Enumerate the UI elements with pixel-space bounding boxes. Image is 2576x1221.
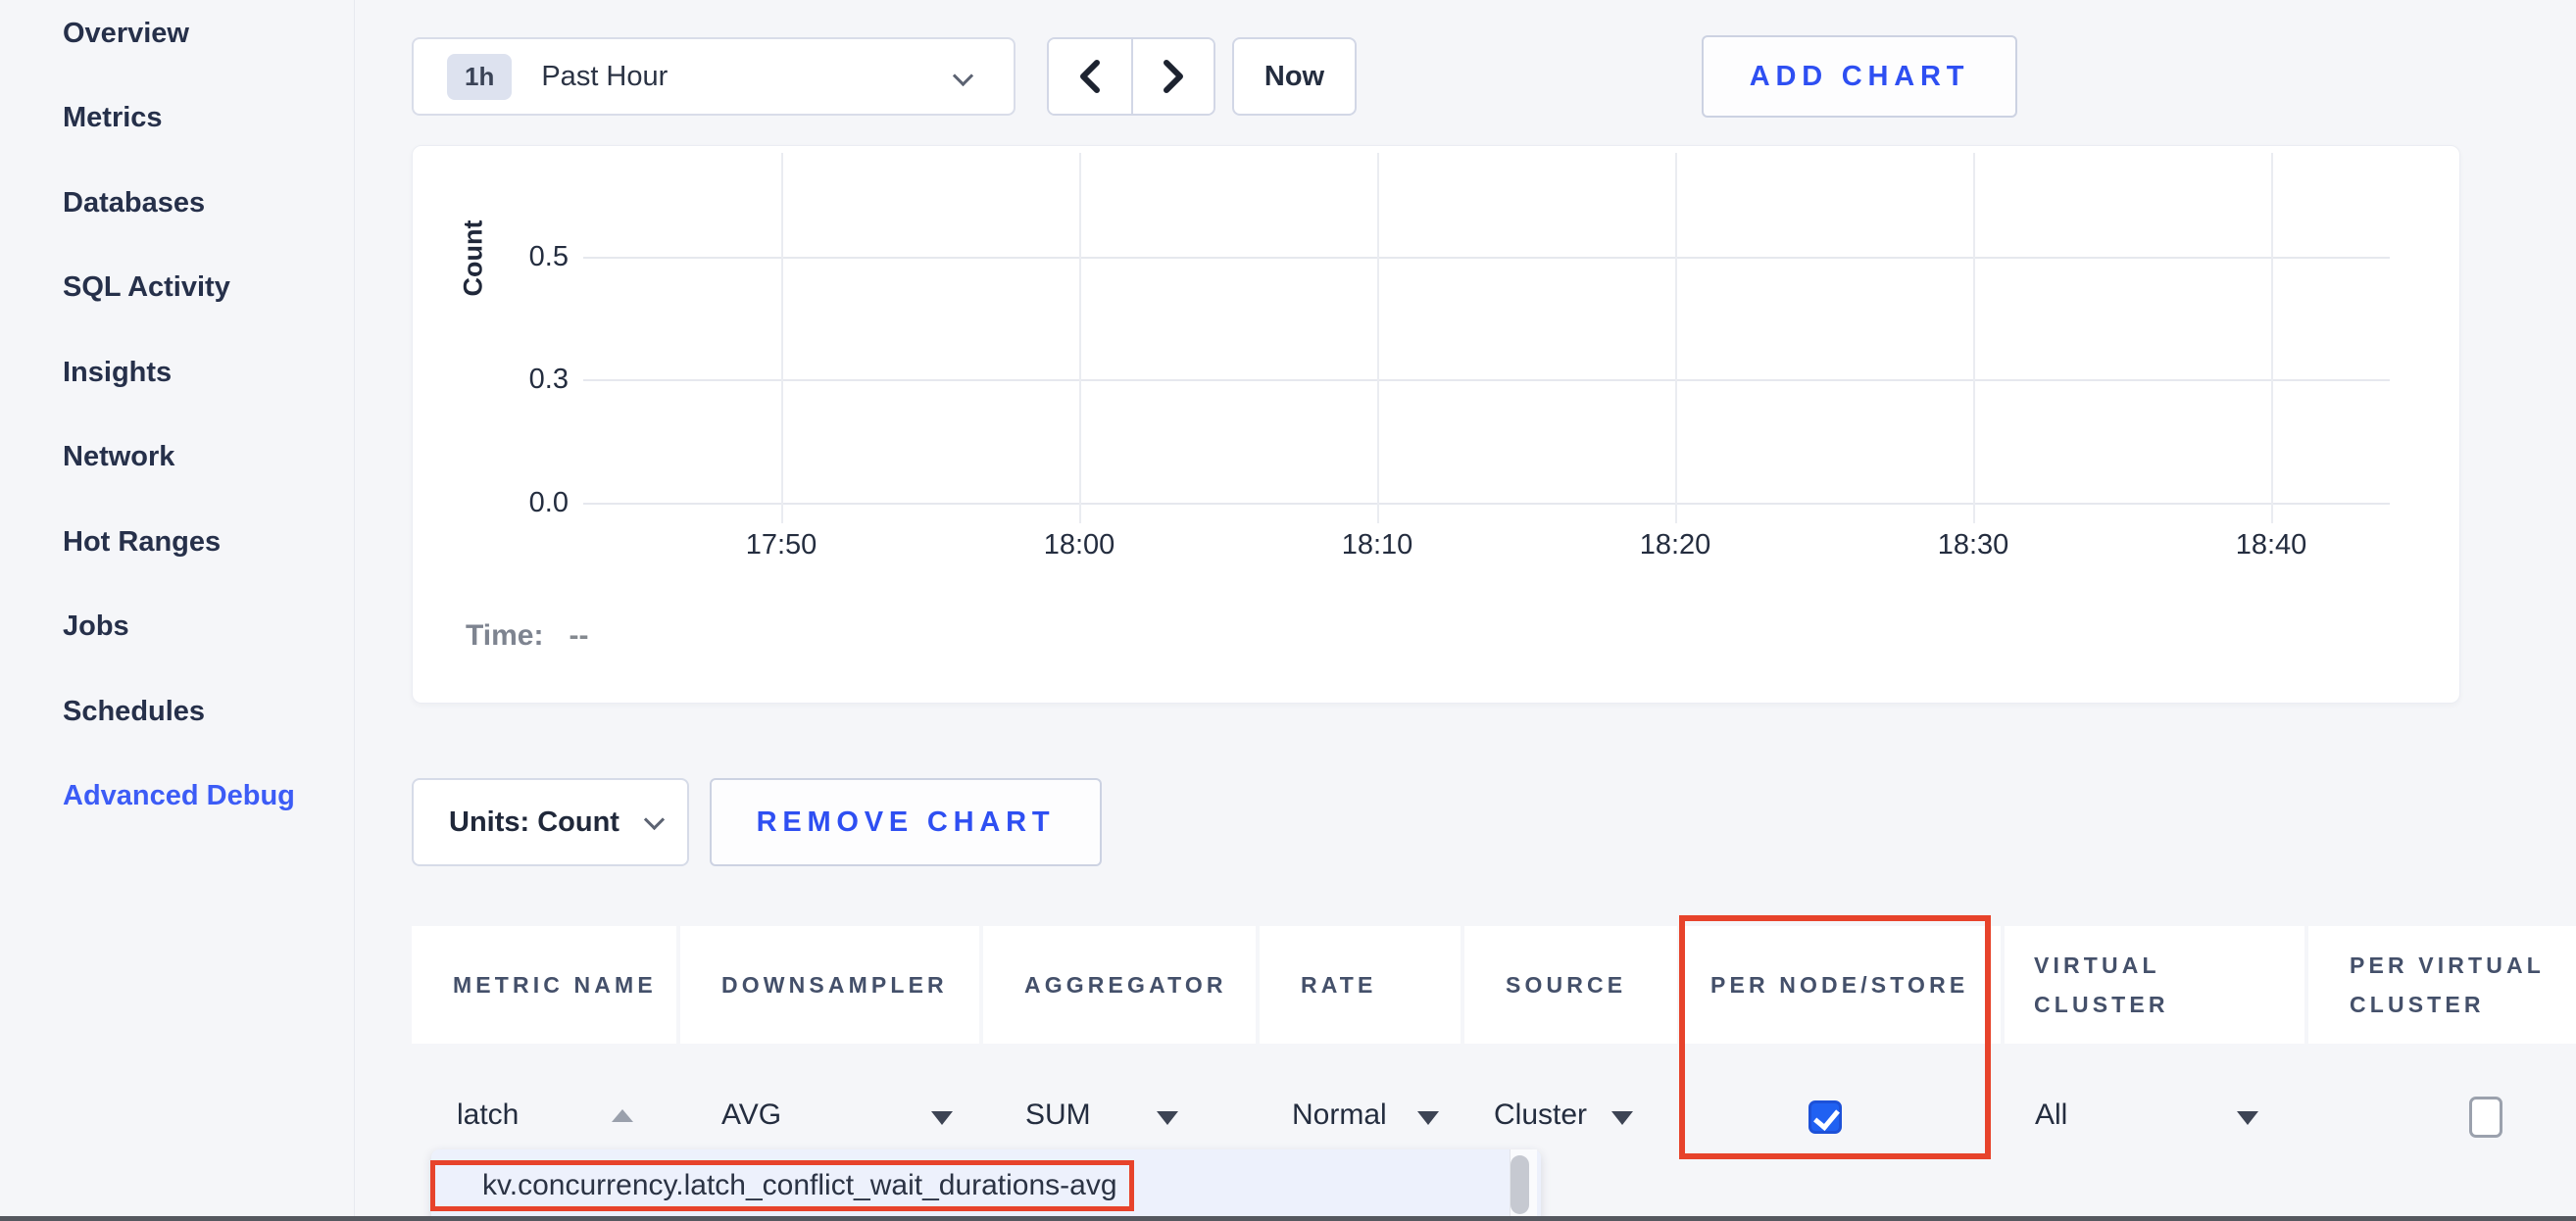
column-header-metric-name: METRIC NAME <box>412 926 676 1044</box>
sidebar-item-databases[interactable]: Databases <box>63 187 205 220</box>
hover-time-readout: Time: -- <box>466 619 588 653</box>
gridline-vertical <box>781 153 783 523</box>
metric-suggestions-dropdown: kv.concurrency.latch_conflict_wait_durat… <box>431 1149 1541 1221</box>
metric-suggestion-item[interactable]: kv.concurrency.latch_conflict_wait_durat… <box>482 1169 1117 1202</box>
chevron-down-icon <box>953 66 973 86</box>
rate-select[interactable]: Normal <box>1292 1099 1387 1132</box>
units-select-label: Units: Count <box>449 806 619 839</box>
gridline-vertical <box>1079 153 1081 523</box>
gridline-horizontal <box>583 503 2390 505</box>
sidebar-item-metrics[interactable]: Metrics <box>63 102 163 134</box>
aggregator-select[interactable]: SUM <box>1025 1099 1091 1132</box>
time-window-select[interactable]: 1h Past Hour <box>412 37 1016 116</box>
sidebar-item-advanced-debug[interactable]: Advanced Debug <box>63 780 295 812</box>
gridline-vertical <box>2271 153 2273 523</box>
chevron-down-icon <box>644 808 665 829</box>
x-tick: 18:40 <box>2212 529 2330 562</box>
next-time-button[interactable] <box>1131 39 1214 114</box>
per-virtual-cluster-checkbox[interactable] <box>2469 1097 2502 1138</box>
sidebar-item-network[interactable]: Network <box>63 441 174 473</box>
y-tick: 0.0 <box>490 487 569 519</box>
sidebar-item-insights[interactable]: Insights <box>63 357 172 389</box>
metric-name-input[interactable]: latch <box>457 1099 519 1132</box>
chart-card[interactable] <box>412 145 2460 704</box>
chevron-left-icon <box>1073 57 1107 96</box>
column-header-per-virtual-cluster: PER VIRTUAL CLUSTER <box>2308 926 2576 1044</box>
sidebar-item-hot-ranges[interactable]: Hot Ranges <box>63 526 221 559</box>
sort-up-icon[interactable] <box>612 1109 633 1122</box>
sidebar-item-jobs[interactable]: Jobs <box>63 610 129 643</box>
gridline-vertical <box>1973 153 1975 523</box>
x-tick: 18:00 <box>1020 529 1138 562</box>
x-tick: 18:30 <box>1914 529 2032 562</box>
column-header-aggregator: AGGREGATOR <box>983 926 1256 1044</box>
chevron-down-icon[interactable] <box>931 1111 953 1125</box>
chevron-down-icon[interactable] <box>1611 1111 1633 1125</box>
virtual-cluster-select[interactable]: All <box>2035 1099 2067 1132</box>
column-header-rate: RATE <box>1260 926 1461 1044</box>
gridline-horizontal <box>583 257 2390 259</box>
y-tick: 0.5 <box>490 241 569 273</box>
remove-chart-button[interactable]: REMOVE CHART <box>710 778 1102 866</box>
sidebar-item-schedules[interactable]: Schedules <box>63 696 205 728</box>
column-header-per-node-store: PER NODE/STORE <box>1681 926 2001 1044</box>
source-select[interactable]: Cluster <box>1494 1099 1587 1132</box>
x-tick: 17:50 <box>722 529 840 562</box>
now-button[interactable]: Now <box>1232 37 1357 116</box>
y-axis-label: Count <box>459 220 489 298</box>
downsampler-select[interactable]: AVG <box>721 1099 781 1132</box>
chevron-down-icon[interactable] <box>1417 1111 1439 1125</box>
sidebar-item-sql-activity[interactable]: SQL Activity <box>63 271 230 304</box>
column-header-virtual-cluster: VIRTUAL CLUSTER <box>2005 926 2304 1044</box>
time-window-badge: 1h <box>447 54 512 100</box>
window-bottom-edge <box>0 1216 2576 1221</box>
hover-time-value: -- <box>569 619 588 652</box>
gridline-horizontal <box>583 379 2390 381</box>
time-window-label: Past Hour <box>541 61 668 93</box>
sidebar-divider <box>354 0 355 1221</box>
x-tick: 18:10 <box>1318 529 1436 562</box>
scrollbar-thumb[interactable] <box>1511 1155 1529 1214</box>
gridline-vertical <box>1377 153 1379 523</box>
add-chart-button[interactable]: ADD CHART <box>1702 35 2017 118</box>
prev-time-button[interactable] <box>1049 39 1131 114</box>
chevron-down-icon[interactable] <box>1157 1111 1178 1125</box>
x-tick: 18:20 <box>1616 529 1734 562</box>
chevron-down-icon[interactable] <box>2237 1111 2258 1125</box>
chevron-right-icon <box>1157 57 1190 96</box>
y-tick: 0.3 <box>490 364 569 396</box>
dropdown-scrollbar <box>1510 1149 1537 1221</box>
sidebar-item-overview[interactable]: Overview <box>63 18 189 50</box>
per-node-store-checkbox[interactable] <box>1808 1100 1842 1134</box>
column-header-downsampler: DOWNSAMPLER <box>680 926 979 1044</box>
column-header-source: SOURCE <box>1464 926 1677 1044</box>
hover-time-label: Time: <box>466 619 543 652</box>
time-window-pager <box>1047 37 1215 116</box>
advanced-debug-custom-chart-page: Overview Metrics Databases SQL Activity … <box>0 0 2576 1221</box>
units-select[interactable]: Units: Count <box>412 778 689 866</box>
gridline-vertical <box>1675 153 1677 523</box>
